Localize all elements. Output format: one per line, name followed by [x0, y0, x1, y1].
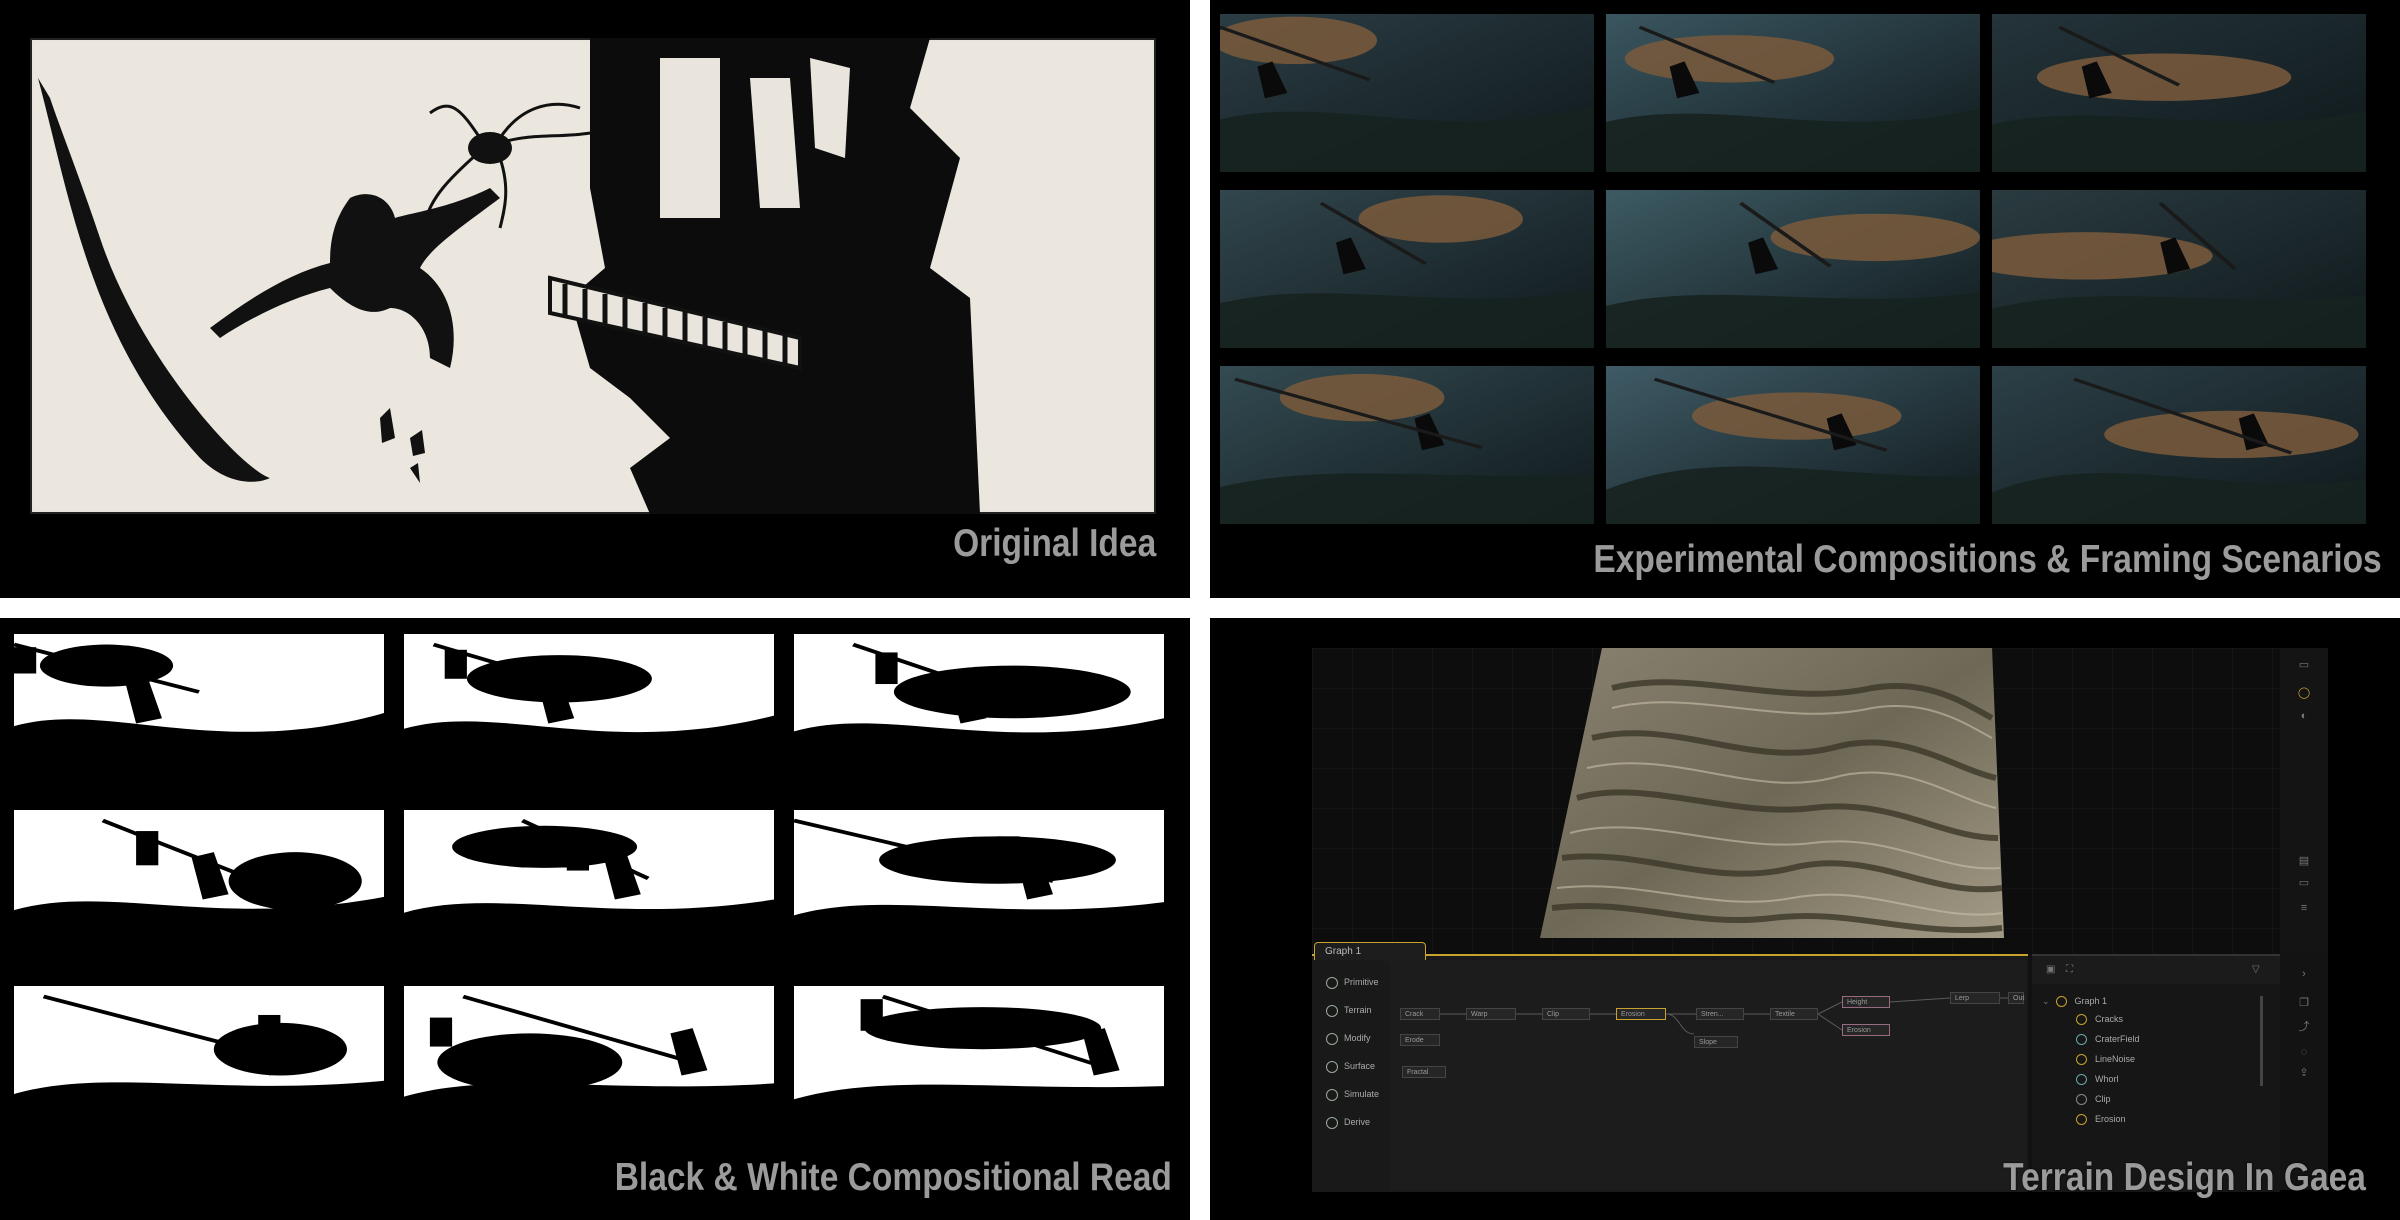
frame-thumbnail — [1220, 190, 1594, 348]
frame-thumbnail — [1992, 14, 2366, 172]
caption-experimental: Experimental Compositions & Framing Scen… — [1593, 538, 2382, 581]
side-toolbar: › ❐ ⤴ ◌ ⇪ — [2280, 954, 2328, 1190]
expand-icon[interactable]: ⛶ — [2066, 956, 2073, 984]
node-icon — [2076, 1034, 2087, 1046]
export-icon[interactable]: ⇪ — [2296, 1066, 2312, 1079]
share-icon[interactable]: ⤴ — [2296, 1018, 2312, 1033]
frame-thumbnail — [1606, 366, 1980, 524]
original-sketch — [28, 36, 1158, 516]
graph-node[interactable]: Stren... — [1696, 1008, 1744, 1020]
node-icon — [2076, 1114, 2087, 1126]
terrain-viewport[interactable] — [1312, 648, 2280, 954]
graph-node[interactable]: Erosion — [1842, 1024, 1890, 1036]
frame-thumbnail — [404, 810, 774, 968]
graph-icon — [2055, 996, 2067, 1008]
frame-thumbnail — [794, 986, 1164, 1144]
tab-graph-1[interactable]: Graph 1 — [1314, 942, 1426, 961]
tree-item[interactable]: Whorl — [2076, 1072, 2119, 1086]
shading-icon[interactable]: ◐ — [2296, 710, 2312, 722]
caption-gaea: Terrain Design In Gaea — [2003, 1156, 2366, 1199]
bw-compositional-panel: Black & White Compositional Read — [0, 618, 1190, 1220]
graph-node[interactable]: Height — [1842, 996, 1890, 1008]
experimental-compositions-panel: Experimental Compositions & Framing Scen… — [1210, 0, 2400, 598]
tree-scrollbar[interactable] — [2260, 996, 2263, 1086]
graph-node[interactable]: Crack — [1400, 1008, 1440, 1020]
frame-thumbnail — [1606, 14, 1980, 172]
frame-thumbnail — [794, 634, 1164, 792]
frame-thumbnail — [404, 634, 774, 792]
frame-thumbnail — [1606, 190, 1980, 348]
node-icon — [2076, 1054, 2087, 1066]
camera-icon[interactable]: ▭ — [2296, 658, 2312, 671]
graph-node[interactable]: Slope — [1694, 1036, 1738, 1048]
tree-root[interactable]: ⌄ Graph 1 — [2042, 994, 2107, 1008]
node-icon — [2076, 1094, 2087, 1106]
original-idea-panel: Original Idea — [0, 0, 1190, 598]
caption-original-idea: Original Idea — [952, 522, 1156, 565]
tree-item[interactable]: Erosion — [2076, 1112, 2126, 1126]
frame-thumbnail — [1220, 14, 1594, 172]
frame-thumbnail — [1992, 190, 2366, 348]
tree-item[interactable]: Cracks — [2076, 1012, 2123, 1026]
frame-thumbnail — [404, 986, 774, 1144]
palette-item-terrain[interactable]: Terrain — [1326, 1004, 1372, 1017]
viewport-toolbar: ▭ ◯ ◐ ▤ ▭ ≡ — [2280, 648, 2328, 954]
graph-node[interactable]: Fractal — [1402, 1066, 1446, 1078]
modify-icon — [1326, 1032, 1338, 1045]
palette-item-simulate[interactable]: Simulate — [1326, 1088, 1379, 1101]
graph-node[interactable]: Erosion — [1616, 1008, 1666, 1020]
graph-node[interactable]: Lerp — [1950, 992, 2000, 1004]
frame-thumbnail — [1992, 366, 2366, 524]
simulate-icon — [1326, 1088, 1338, 1101]
chevron-down-icon: ⌄ — [2042, 996, 2050, 1006]
palette-item-derive[interactable]: Derive — [1326, 1116, 1370, 1129]
node-palette: Primitive Terrain Modify Surface Simulat… — [1314, 960, 1384, 1190]
node-icon — [2076, 1074, 2087, 1086]
palette-item-primitive[interactable]: Primitive — [1326, 976, 1379, 989]
frame-thumbnail — [794, 810, 1164, 968]
terrain-icon — [1326, 1004, 1338, 1017]
frame-thumbnail — [14, 634, 384, 792]
graph-node[interactable]: Clip — [1542, 1008, 1590, 1020]
frame-thumbnail — [14, 810, 384, 968]
copy-icon[interactable]: ❐ — [2296, 996, 2312, 1009]
graph-node[interactable]: Textile — [1770, 1008, 1818, 1020]
graph-node[interactable]: Warp — [1466, 1008, 1516, 1020]
tree-toolbar: ▣ ⛶ ▽ — [2032, 956, 2280, 984]
node-canvas[interactable]: Crack Erode Warp Clip Erosion Stren... T… — [1390, 960, 2026, 1190]
drop-icon[interactable]: ◌ — [2296, 1046, 2312, 1058]
derive-icon — [1326, 1116, 1338, 1129]
graph-editor: Graph 1 Primitive Terrain Modify Surface… — [1312, 942, 2028, 1192]
graph-node[interactable]: Out — [2008, 992, 2024, 1004]
caption-bw: Black & White Compositional Read — [614, 1156, 1172, 1199]
frame-thumbnail — [1220, 366, 1594, 524]
primitive-icon — [1326, 976, 1338, 989]
palette-item-modify[interactable]: Modify — [1326, 1032, 1371, 1045]
layout-icon[interactable]: ▭ — [2296, 876, 2312, 889]
graph-node[interactable]: Erode — [1400, 1034, 1440, 1046]
split-view-icon[interactable]: ▤ — [2296, 854, 2312, 867]
chevron-right-icon[interactable]: › — [2296, 968, 2312, 980]
list-icon[interactable]: ≡ — [2296, 902, 2312, 914]
gaea-terrain-panel: ▭ ◯ ◐ ▤ ▭ ≡ Graph 1 Primitive Terrain Mo… — [1210, 618, 2400, 1220]
surface-icon — [1326, 1060, 1338, 1073]
lighting-icon[interactable]: ◯ — [2296, 686, 2312, 699]
filter-icon[interactable]: ▣ — [2046, 956, 2055, 984]
tree-item[interactable]: CraterField — [2076, 1032, 2140, 1046]
tree-item[interactable]: Clip — [2076, 1092, 2111, 1106]
funnel-icon[interactable]: ▽ — [2252, 956, 2260, 984]
palette-item-surface[interactable]: Surface — [1326, 1060, 1375, 1073]
gaea-window: ▭ ◯ ◐ ▤ ▭ ≡ Graph 1 Primitive Terrain Mo… — [1312, 648, 2328, 1192]
tree-item[interactable]: LineNoise — [2076, 1052, 2135, 1066]
node-icon — [2076, 1014, 2087, 1026]
frame-thumbnail — [14, 986, 384, 1144]
